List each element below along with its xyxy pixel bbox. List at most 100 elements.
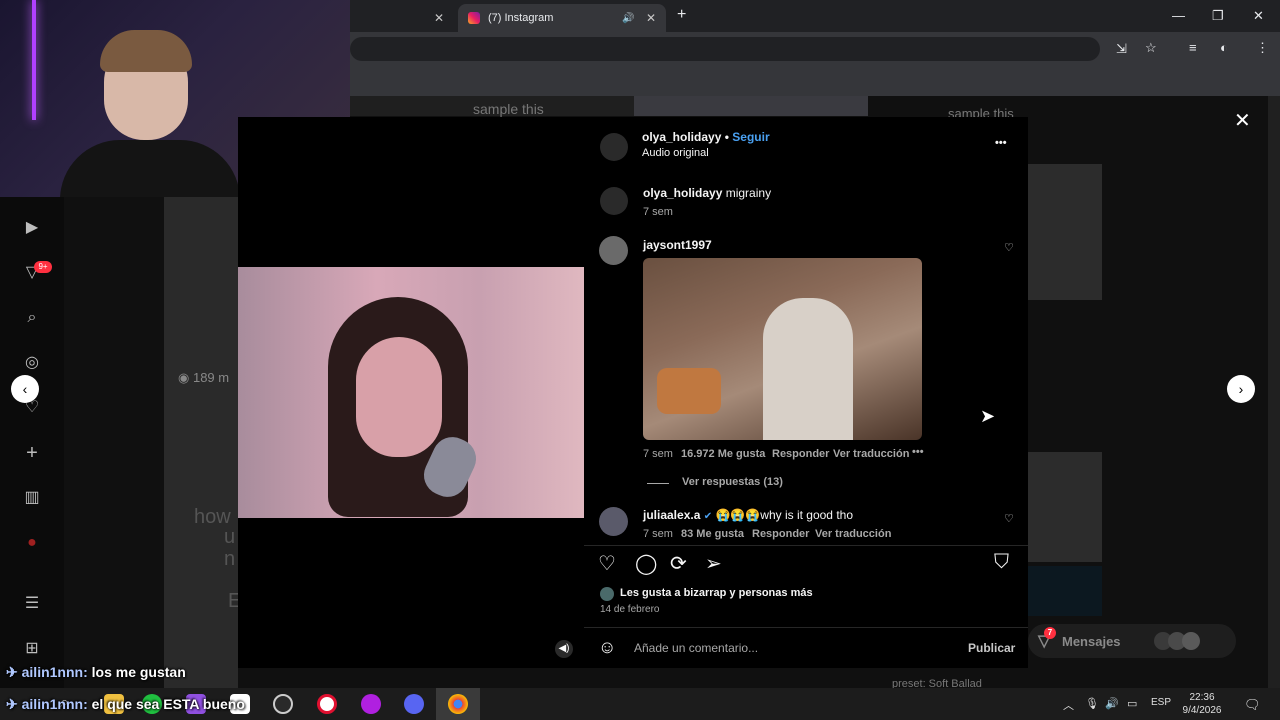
install-app-icon[interactable]: ⇲: [1116, 41, 1127, 57]
liked-by-user[interactable]: bizarrap: [684, 587, 727, 599]
chrome-icon[interactable]: [448, 694, 468, 714]
verified-badge-icon: ✔: [703, 511, 713, 522]
microphone-icon[interactable]: 🎙: [1085, 697, 1099, 710]
mouse-cursor-icon: ➤: [980, 406, 996, 426]
caption-avatar[interactable]: [600, 187, 628, 215]
reel-video[interactable]: ◀): [238, 117, 584, 668]
reply-button[interactable]: Responder: [752, 528, 809, 540]
publish-button[interactable]: Publicar: [968, 641, 1015, 655]
comment-likes[interactable]: 16.972 Me gusta: [681, 448, 765, 460]
view-replies-button[interactable]: Ver respuestas (13): [682, 476, 783, 488]
volume-icon[interactable]: ◀): [555, 640, 573, 658]
neon-light: [32, 0, 36, 120]
singer-face: [356, 337, 442, 457]
feed-caption: sample this: [473, 101, 544, 117]
more-options-button[interactable]: •••: [995, 137, 1007, 149]
caption-text: migrainy: [725, 186, 772, 200]
caption-user[interactable]: olya_holidayy: [643, 186, 722, 200]
network-icon[interactable]: ▭: [1127, 697, 1137, 710]
profile-avatar-icon[interactable]: ●: [22, 533, 42, 553]
feed-overlay-text: n: [224, 548, 236, 570]
discord-icon[interactable]: [404, 694, 424, 714]
comment-icon[interactable]: ◯: [635, 551, 657, 576]
comment-input[interactable]: Añade un comentario...: [634, 641, 758, 655]
comment-user[interactable]: juliaalex.a: [643, 508, 700, 522]
audio-label[interactable]: Audio original: [642, 147, 709, 159]
reels-icon[interactable]: ▶: [22, 218, 42, 238]
commenter-avatar[interactable]: [599, 236, 628, 265]
obs-icon[interactable]: [273, 694, 293, 714]
comment-likes[interactable]: 83 Me gusta: [681, 528, 744, 540]
omnibox[interactable]: [350, 37, 1100, 61]
comment-body: juliaalex.a ✔ 😭😭😭why is it good tho: [643, 508, 853, 522]
tray-chevron-icon[interactable]: ︿: [1063, 697, 1074, 713]
commenter-avatar[interactable]: [599, 507, 628, 536]
maximize-button[interactable]: ❐: [1212, 8, 1224, 24]
explore-icon[interactable]: ◎: [22, 353, 42, 373]
browser-menu-icon[interactable]: ⋮: [1256, 40, 1269, 56]
profile-icon[interactable]: ◐: [1220, 40, 1228, 55]
page-scrollbar[interactable]: [1268, 96, 1280, 688]
gif-lamp: [657, 368, 721, 414]
chat-text: los me gustan: [91, 664, 186, 680]
liked-by[interactable]: Les gusta a bizarrap y personas más: [620, 587, 813, 599]
message-avatar: [1182, 632, 1200, 650]
tab-inactive[interactable]: ✕: [350, 4, 456, 32]
video-frame: [238, 267, 584, 518]
view-count-value: 189 m: [192, 370, 230, 385]
streamer-shirt: [60, 140, 240, 197]
comment-user[interactable]: jaysont1997: [643, 238, 712, 252]
streamer-hair: [100, 30, 192, 72]
language-indicator[interactable]: ESP: [1151, 697, 1171, 708]
feed-thumb-right-2: [1028, 452, 1102, 562]
save-icon[interactable]: ⛉: [994, 551, 1009, 574]
separator: •: [724, 130, 729, 144]
chat-username: ailin1nnn: [21, 664, 84, 680]
author-name[interactable]: olya_holidayy: [642, 130, 721, 144]
liked-by-suffix: y personas más: [726, 587, 813, 599]
media-control-icon[interactable]: ≡: [1189, 40, 1197, 55]
instagram-icon: [468, 12, 480, 24]
opera-icon[interactable]: [317, 694, 337, 714]
comment-time: 7 sem: [643, 528, 673, 540]
minimize-button[interactable]: —: [1172, 8, 1185, 23]
chat-user: ✈ ailin1nnn:: [6, 696, 88, 712]
author-avatar[interactable]: [600, 133, 628, 161]
comment-divider: [584, 627, 1028, 628]
close-window-button[interactable]: ✕: [1253, 8, 1264, 24]
close-tab-icon[interactable]: ✕: [646, 11, 656, 25]
comment-more-button[interactable]: •••: [912, 446, 924, 458]
tab-instagram[interactable]: (7) Instagram 🔊 ✕: [458, 4, 666, 32]
comment-like-icon[interactable]: ♡: [1004, 241, 1014, 254]
insights-icon[interactable]: ▥: [22, 488, 42, 508]
next-arrow-icon[interactable]: ›: [1227, 375, 1255, 403]
follow-button[interactable]: Seguir: [732, 130, 769, 144]
volume-icon[interactable]: 🔊: [1105, 697, 1119, 710]
close-tab-icon[interactable]: ✕: [434, 11, 444, 25]
bookmark-star-icon[interactable]: ☆: [1145, 40, 1157, 56]
reply-button[interactable]: Responder: [772, 448, 829, 460]
notification-icon[interactable]: 🗨: [1244, 697, 1261, 713]
previous-arrow-icon[interactable]: ‹: [11, 375, 39, 403]
emoji-icon[interactable]: ☺: [598, 637, 616, 658]
translate-button[interactable]: Ver traducción: [815, 528, 891, 540]
messages-pill[interactable]: ▽ 7 Mensajes: [1028, 624, 1236, 658]
create-icon[interactable]: +: [22, 443, 42, 463]
translate-button[interactable]: Ver traducción: [833, 448, 909, 460]
comment-like-icon[interactable]: ♡: [1004, 512, 1014, 525]
close-icon[interactable]: ✕: [1234, 108, 1251, 133]
clock-date: 9/4/2026: [1182, 705, 1222, 716]
like-icon[interactable]: ♡: [598, 551, 616, 576]
repost-icon[interactable]: ⟳: [670, 551, 687, 576]
menu-icon[interactable]: ☰: [22, 594, 42, 614]
instagram-sidebar: ▶ ▽ 9+ ⌕ ◎ ♡ + ▥ ● ☰ ⊞: [0, 197, 64, 688]
replies-line: [647, 483, 669, 484]
search-icon[interactable]: ⌕: [22, 308, 42, 328]
speaker-icon[interactable]: 🔊: [622, 13, 634, 24]
share-icon[interactable]: ➢: [705, 551, 722, 576]
canva-icon[interactable]: [361, 694, 381, 714]
feed-thumb-right: [1028, 164, 1102, 300]
new-tab-button[interactable]: +: [677, 6, 686, 24]
threads-icon[interactable]: ⊞: [22, 639, 42, 659]
clock[interactable]: 22:36 9/4/2026: [1180, 691, 1224, 717]
